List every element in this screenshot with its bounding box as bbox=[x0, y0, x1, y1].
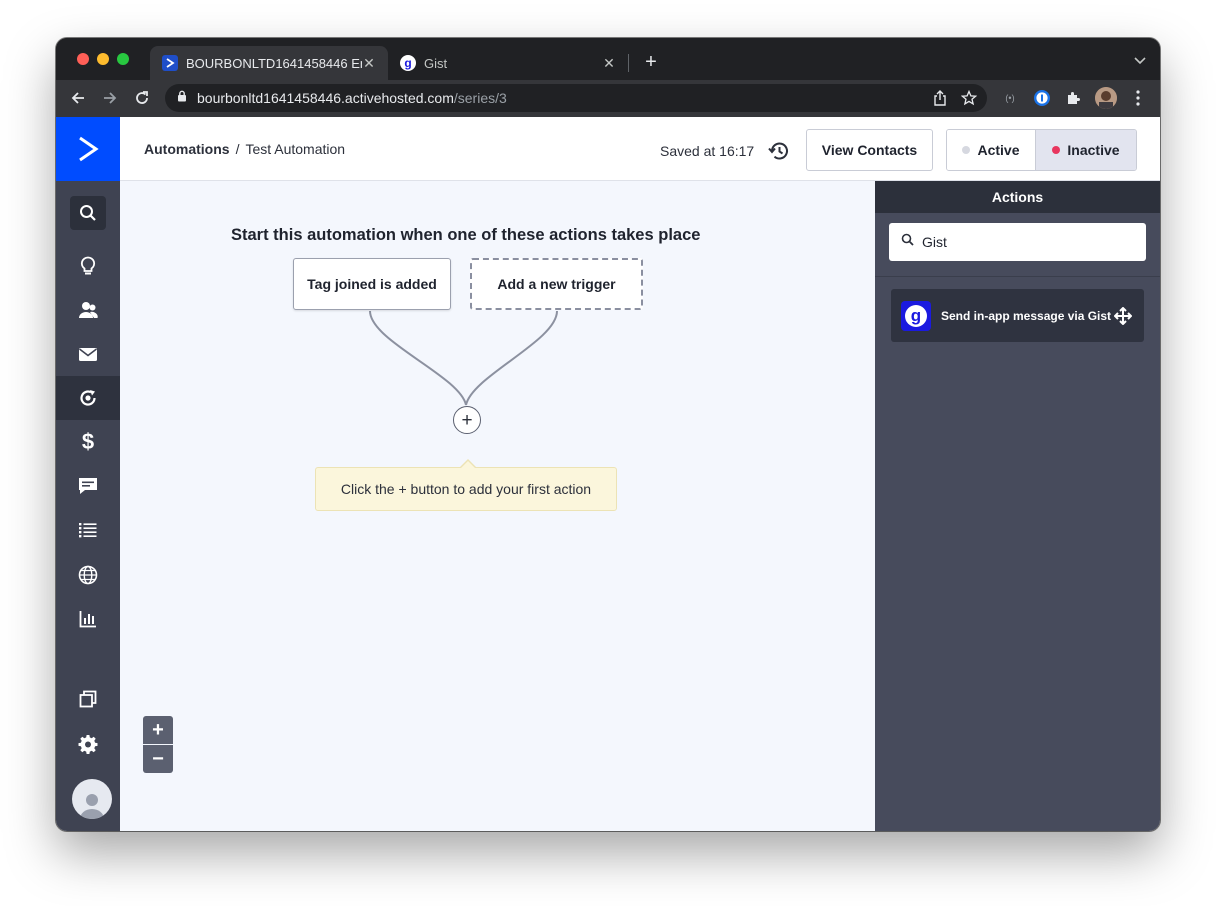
lock-icon bbox=[177, 89, 187, 107]
sidebar-search-icon[interactable] bbox=[70, 196, 106, 230]
add-action-button[interactable]: + bbox=[453, 406, 481, 434]
forward-arrow-icon[interactable] bbox=[100, 88, 120, 108]
deals-dollar-icon[interactable]: $ bbox=[56, 420, 120, 464]
extensions-puzzle-icon[interactable] bbox=[1064, 88, 1084, 108]
actions-search-area bbox=[875, 213, 1160, 277]
tab-title: BOURBONLTD1641458446 Em bbox=[186, 55, 362, 71]
share-icon[interactable] bbox=[933, 90, 947, 111]
browser-window: BOURBONLTD1641458446 Em ✕ g Gist ✕ + bou… bbox=[56, 38, 1160, 831]
address-bar[interactable]: bourbonltd1641458446.activehosted.com/se… bbox=[165, 84, 987, 112]
search-icon bbox=[901, 233, 914, 251]
apps-windows-icon[interactable] bbox=[56, 677, 120, 721]
drag-move-icon[interactable] bbox=[1112, 306, 1134, 325]
conversations-icon[interactable] bbox=[56, 464, 120, 508]
extension-dots-icon[interactable]: (•) bbox=[1000, 88, 1020, 108]
tab-search-chevron-icon[interactable] bbox=[1134, 52, 1146, 70]
lightbulb-icon[interactable] bbox=[56, 244, 120, 288]
gist-favicon-icon: g bbox=[400, 55, 416, 71]
status-inactive-option[interactable]: Inactive bbox=[1036, 130, 1136, 170]
settings-gear-icon[interactable] bbox=[56, 722, 120, 766]
view-contacts-button[interactable]: View Contacts bbox=[806, 129, 933, 171]
user-avatar[interactable] bbox=[72, 779, 112, 819]
browser-menu-icon[interactable] bbox=[1128, 88, 1148, 108]
zoom-out-button[interactable]: − bbox=[143, 745, 173, 773]
tab-title: Gist bbox=[424, 55, 448, 71]
trigger-tag-joined[interactable]: Tag joined is added bbox=[293, 258, 451, 310]
activecampaign-favicon-icon bbox=[162, 55, 178, 71]
saved-status: Saved at 16:17 bbox=[660, 143, 755, 159]
status-inactive-label: Inactive bbox=[1067, 142, 1120, 158]
password-manager-icon[interactable] bbox=[1032, 88, 1052, 108]
sidebar: $ bbox=[56, 117, 120, 831]
active-dot-icon bbox=[962, 146, 971, 154]
breadcrumb-separator: / bbox=[235, 141, 240, 157]
lists-icon[interactable] bbox=[56, 508, 120, 552]
actions-search-field[interactable] bbox=[889, 223, 1146, 261]
actions-panel: Actions g Send in-app message via Gist bbox=[875, 181, 1160, 831]
profile-avatar[interactable] bbox=[1095, 87, 1117, 109]
contacts-icon[interactable] bbox=[56, 288, 120, 332]
breadcrumb-automations-link[interactable]: Automations bbox=[144, 141, 230, 157]
tab-close-icon[interactable]: ✕ bbox=[602, 55, 616, 72]
zoom-window-button[interactable] bbox=[117, 53, 129, 65]
actions-search-input[interactable] bbox=[922, 234, 1132, 250]
automation-canvas[interactable]: Start this automation when one of these … bbox=[120, 181, 875, 831]
zoom-in-button[interactable]: + bbox=[143, 716, 173, 744]
tab-activecampaign[interactable]: BOURBONLTD1641458446 Em ✕ bbox=[150, 46, 388, 80]
bookmark-star-icon[interactable] bbox=[960, 89, 978, 111]
breadcrumb-current[interactable]: Test Automation bbox=[245, 141, 345, 157]
app: $ Automations / Test Automation Saved at… bbox=[56, 117, 1160, 831]
new-tab-button[interactable]: + bbox=[641, 51, 661, 73]
history-icon[interactable] bbox=[768, 141, 790, 166]
status-active-option[interactable]: Active bbox=[947, 130, 1036, 170]
add-new-trigger-button[interactable]: Add a new trigger bbox=[470, 258, 643, 310]
trigger-connector-lines bbox=[369, 310, 558, 406]
reports-chart-icon[interactable] bbox=[56, 597, 120, 641]
tab-close-icon[interactable]: ✕ bbox=[362, 55, 376, 72]
tab-separator bbox=[628, 54, 629, 72]
inactive-dot-icon bbox=[1052, 146, 1061, 154]
actions-panel-title: Actions bbox=[875, 181, 1160, 213]
status-active-label: Active bbox=[977, 142, 1020, 158]
action-item-label: Send in-app message via Gist bbox=[941, 308, 1112, 323]
action-item-gist[interactable]: g Send in-app message via Gist bbox=[891, 289, 1144, 342]
tab-strip: BOURBONLTD1641458446 Em ✕ g Gist ✕ + bbox=[56, 38, 1160, 80]
back-arrow-icon[interactable] bbox=[68, 88, 88, 108]
page-header: Automations / Test Automation Saved at 16:… bbox=[120, 117, 1160, 181]
gist-icon: g bbox=[901, 300, 931, 331]
tab-gist[interactable]: g Gist ✕ bbox=[388, 46, 628, 80]
add-action-tooltip: Click the + button to add your first act… bbox=[315, 459, 617, 511]
status-toggle: Active Inactive bbox=[946, 129, 1137, 171]
minimize-window-button[interactable] bbox=[97, 53, 109, 65]
reload-icon[interactable] bbox=[132, 88, 152, 108]
close-window-button[interactable] bbox=[77, 53, 89, 65]
browser-toolbar: bourbonltd1641458446.activehosted.com/se… bbox=[56, 80, 1160, 117]
email-icon[interactable] bbox=[56, 332, 120, 376]
automations-icon[interactable] bbox=[56, 376, 120, 420]
activecampaign-logo-icon[interactable] bbox=[56, 117, 120, 181]
breadcrumb: Automations / Test Automation bbox=[144, 141, 345, 157]
url-text: bourbonltd1641458446.activehosted.com/se… bbox=[197, 90, 507, 106]
website-globe-icon[interactable] bbox=[56, 553, 120, 597]
